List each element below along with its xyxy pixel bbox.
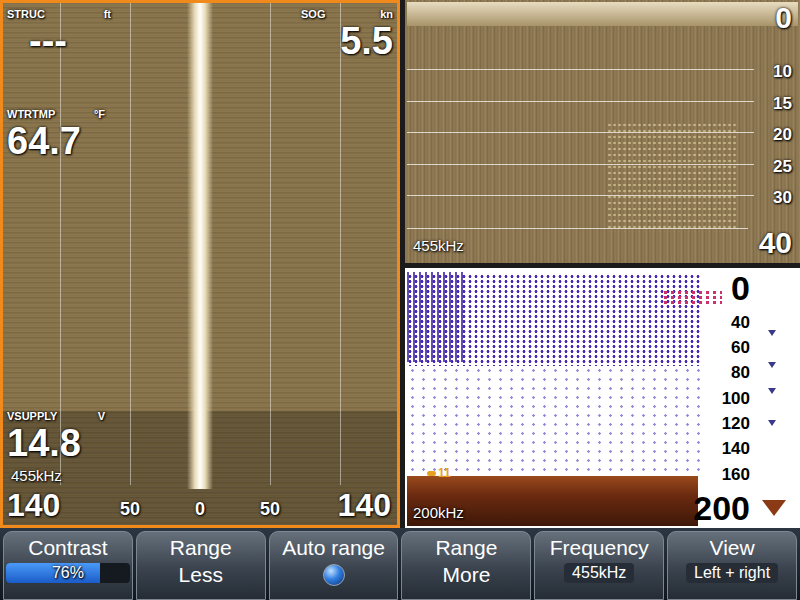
- softkey-value: Left + right: [686, 563, 778, 583]
- readout-header: SOG kn: [301, 7, 393, 21]
- bottom-return: [607, 122, 738, 232]
- depth-label: 40: [759, 227, 792, 259]
- strip-tick: [768, 420, 776, 426]
- readout-label: VSUPPLY: [7, 409, 57, 423]
- depth-label: 80: [731, 363, 750, 383]
- depth-line: [407, 132, 754, 133]
- softkey[interactable]: Frequency 455kHz: [534, 531, 664, 600]
- softkey[interactable]: View Left + right: [667, 531, 797, 600]
- readout-header: STRUC ft: [7, 7, 111, 21]
- depth-label: 120: [722, 414, 750, 434]
- depth-label: 0: [775, 2, 792, 34]
- plankton-layer: [407, 274, 702, 366]
- grid-line: [270, 3, 271, 485]
- depth-label: 0: [731, 270, 750, 306]
- readout-unit: V: [98, 409, 105, 423]
- nadir-line: [187, 3, 213, 489]
- softkey[interactable]: Range More: [401, 531, 531, 600]
- range-right: 140: [338, 487, 391, 523]
- scatter-layer: [407, 366, 702, 476]
- softkey-bar: Contrast 76% Range Less Auto range Range More F…: [0, 528, 800, 600]
- softkey-value: More: [442, 563, 490, 587]
- readout-value: 14.8: [7, 423, 105, 463]
- readout: VSUPPLY V14.8: [7, 409, 105, 463]
- down-scan-panel[interactable]: 0 10 15 20 25 30 40 455kHz: [405, 0, 800, 263]
- target-return: [662, 290, 722, 306]
- readout-label: WTRTMP: [7, 107, 55, 121]
- readout: SOG kn5.5: [301, 7, 393, 61]
- depth-line: [407, 69, 754, 70]
- grid-line: [60, 3, 61, 485]
- readout: WTRTMP °F64.7: [7, 107, 105, 161]
- auto-range-indicator[interactable]: [323, 564, 345, 586]
- softkey[interactable]: Contrast 76%: [3, 531, 133, 600]
- softkey-label: Auto range: [282, 536, 385, 560]
- strip-tick: [768, 388, 776, 394]
- softkey[interactable]: Range Less: [136, 531, 266, 600]
- readout-unit: kn: [380, 7, 393, 21]
- depth-label: 30: [773, 188, 792, 208]
- grid-line: [130, 3, 131, 485]
- scale-label: 0: [195, 498, 205, 520]
- color-strip: [754, 270, 798, 526]
- frequency-label: 455kHz: [11, 467, 62, 485]
- sonar-panel[interactable]: 0 40 60 80 100 120 140 160 200 11 200kHz: [405, 268, 800, 528]
- right-column: 0 10 15 20 25 30 40 455kHz 0 40 60 80 100 120 140 160 20…: [405, 0, 800, 528]
- grid-line: [340, 3, 341, 485]
- readout-unit: °F: [94, 107, 105, 121]
- display-area: STRUCft---SOGkn5.5WTRTMP°F64.7VSUPPLYV14…: [0, 0, 800, 528]
- bottom-marker: [762, 500, 786, 516]
- softkey-label: View: [710, 536, 755, 560]
- frequency-label: 200kHz: [413, 504, 464, 522]
- depth-line: [407, 195, 754, 196]
- depth-label: 20: [773, 125, 792, 145]
- softkey-value: Less: [179, 563, 223, 587]
- depth-label: 15: [773, 94, 792, 114]
- softkey[interactable]: Auto range: [269, 531, 399, 600]
- frequency-label: 455kHz: [413, 237, 464, 255]
- readout-header: VSUPPLY V: [7, 409, 105, 423]
- readout-value: 5.5: [301, 21, 393, 61]
- readout-header: WTRTMP °F: [7, 107, 105, 121]
- depth-line: [407, 228, 748, 229]
- depth-line: [407, 164, 754, 165]
- side-scan-panel[interactable]: STRUCft---SOGkn5.5WTRTMP°F64.7VSUPPLYV14…: [0, 0, 400, 528]
- depth-line: [407, 101, 754, 102]
- readout-unit: ft: [104, 7, 111, 21]
- readout-value: 64.7: [7, 121, 105, 161]
- fish-depth: 11: [438, 466, 451, 480]
- softkey-label: Range: [435, 536, 497, 560]
- softkey-value: 455kHz: [564, 563, 634, 583]
- fish-mark: 11: [427, 466, 451, 480]
- depth-label: 60: [731, 338, 750, 358]
- softkey-label: Contrast: [28, 536, 107, 560]
- depth-label: 100: [722, 389, 750, 409]
- strip-tick: [768, 362, 776, 368]
- contrast-value: 76%: [6, 563, 130, 583]
- depth-label: 40: [731, 313, 750, 333]
- readout-value: ---: [7, 21, 111, 61]
- softkey-label: Range: [170, 536, 232, 560]
- depth-label: 160: [722, 465, 750, 485]
- strip-tick: [768, 330, 776, 336]
- fish-icon: [427, 471, 436, 476]
- softkey-label: Frequency: [550, 536, 649, 560]
- readout: STRUC ft---: [7, 7, 111, 61]
- range-left: 140: [7, 487, 60, 523]
- depth-label: 25: [773, 157, 792, 177]
- depth-label: 200: [693, 490, 750, 526]
- depth-label: 10: [773, 62, 792, 82]
- scale-label: 50: [260, 498, 280, 520]
- scale-label: 50: [120, 498, 140, 520]
- readout-label: STRUC: [7, 7, 45, 21]
- depth-label: 140: [722, 439, 750, 459]
- readout-label: SOG: [301, 7, 325, 21]
- contrast-track[interactable]: 76%: [6, 563, 130, 583]
- surface-band: [407, 2, 798, 26]
